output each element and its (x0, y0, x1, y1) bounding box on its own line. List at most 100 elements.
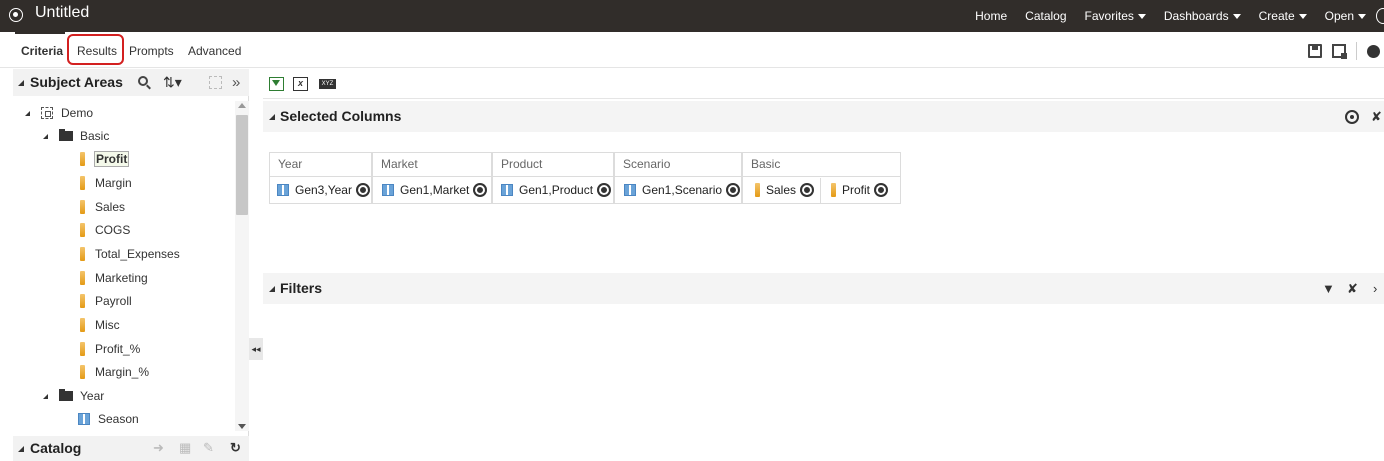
subject-areas-tree: Demo Basic Profit Margin Sales COGS Tota… (13, 101, 235, 429)
tree-node-misc[interactable]: Misc (80, 315, 120, 335)
measure-icon (831, 183, 836, 197)
nav-favorites[interactable]: Favorites (1085, 9, 1146, 23)
nav-home[interactable]: Home (975, 9, 1007, 23)
nav-catalog[interactable]: Catalog (1025, 9, 1066, 23)
gear-icon[interactable] (355, 183, 370, 197)
remove-filters-icon[interactable]: ✘ (1347, 282, 1361, 296)
tree-node-cogs[interactable]: COGS (80, 220, 130, 240)
measure-icon (80, 152, 85, 166)
xyz-icon[interactable]: XYZ (319, 79, 336, 89)
sort-icon[interactable]: ⇅▾ (163, 75, 193, 89)
tree-node-margin-pct[interactable]: Margin_% (80, 362, 149, 382)
arrow-right-icon: ➜ (153, 440, 164, 455)
analysis-toolbar (1298, 42, 1380, 60)
remove-all-icon[interactable]: ✘ (1371, 110, 1384, 124)
attribute-icon (501, 184, 513, 196)
double-chevron-right-icon[interactable]: » (232, 75, 245, 90)
show-hide-icon[interactable] (1345, 110, 1359, 124)
collapse-panel-handle[interactable]: ◂◂ (249, 338, 263, 360)
collapse-icon[interactable] (18, 446, 24, 452)
gear-icon[interactable] (726, 183, 741, 197)
add-filter-icon[interactable]: ▼ (1322, 282, 1336, 296)
nav-open[interactable]: Open (1325, 9, 1366, 23)
collapse-icon[interactable] (269, 114, 275, 120)
annotation-highlight (67, 34, 124, 65)
catalog-object-icon: ▦ (179, 440, 192, 455)
tree-node-demo[interactable]: Demo (25, 103, 93, 123)
search-icon[interactable] (138, 76, 148, 86)
attribute-icon (382, 184, 394, 196)
column-gen1-product[interactable]: Gen1,Product (501, 177, 612, 203)
tree-node-profit[interactable]: Profit (80, 149, 130, 169)
tree-node-year[interactable]: Year (43, 386, 104, 406)
scroll-thumb[interactable] (236, 115, 248, 215)
expanded-triangle-icon[interactable] (25, 110, 30, 116)
attribute-icon (78, 413, 90, 425)
filters-title: Filters (280, 280, 323, 296)
attribute-icon (624, 184, 636, 196)
column-gen1-scenario[interactable]: Gen1,Scenario (624, 177, 741, 203)
tree-node-sales[interactable]: Sales (80, 197, 125, 217)
catalog-header[interactable]: Catalog ➜ ▦ ✎ ↻ (13, 436, 249, 461)
measure-icon (80, 223, 85, 237)
subject-areas-header[interactable]: Subject Areas ⇅▾ » (13, 69, 249, 96)
scroll-up-icon[interactable] (238, 103, 246, 108)
measure-icon (755, 183, 760, 197)
group-header: Basic (751, 157, 781, 171)
save-icon[interactable] (1308, 44, 1322, 58)
filters-header[interactable]: Filters ▼ ✘ › (263, 273, 1384, 304)
tree-node-season[interactable]: Season (78, 409, 139, 429)
tree-scrollbar[interactable] (235, 101, 249, 431)
tree-node-payroll[interactable]: Payroll (80, 291, 132, 311)
chevron-down-icon (1137, 14, 1146, 20)
selected-columns-header[interactable]: Selected Columns ✘ (263, 101, 1384, 132)
expanded-triangle-icon[interactable] (43, 393, 48, 399)
expanded-triangle-icon[interactable] (43, 133, 48, 139)
top-bar: Untitled Home Catalog Favorites Dashboar… (0, 0, 1384, 32)
help-icon[interactable] (1367, 44, 1380, 58)
tab-prompts[interactable]: Prompts (129, 44, 174, 58)
nav-dashboards[interactable]: Dashboards (1164, 9, 1241, 23)
divider (820, 178, 821, 203)
oracle-logo-icon[interactable] (9, 8, 23, 22)
more-options-icon[interactable]: › (1373, 282, 1384, 296)
scroll-down-icon[interactable] (238, 424, 246, 429)
user-menu-icon[interactable] (1376, 8, 1384, 24)
nav-create[interactable]: Create (1259, 9, 1307, 23)
tree-node-margin[interactable]: Margin (80, 173, 132, 193)
selected-columns-title: Selected Columns (280, 108, 402, 124)
top-nav: Home Catalog Favorites Dashboards Create… (957, 0, 1384, 32)
measure-icon (80, 294, 85, 308)
gear-icon[interactable] (473, 183, 488, 197)
group-header: Year (278, 157, 303, 171)
tab-advanced[interactable]: Advanced (188, 44, 241, 58)
refresh-icon[interactable]: ↻ (230, 441, 244, 454)
divider (1356, 42, 1357, 60)
column-profit[interactable]: Profit (831, 177, 889, 203)
gear-icon[interactable] (800, 183, 815, 197)
left-panel: Subject Areas ⇅▾ » Demo Basic Profit Mar… (13, 69, 249, 461)
tree-node-profit-pct[interactable]: Profit_% (80, 339, 140, 359)
column-gen3-year[interactable]: Gen3,Year (277, 177, 370, 203)
tree-node-total-expenses[interactable]: Total_Expenses (80, 244, 180, 264)
filter-icon[interactable] (269, 77, 284, 91)
measure-icon (80, 200, 85, 214)
chevron-down-icon (1298, 14, 1307, 20)
collapse-icon[interactable] (18, 80, 24, 86)
attribute-icon (277, 184, 289, 196)
tree-node-marketing[interactable]: Marketing (80, 268, 148, 288)
expand-all-icon[interactable] (209, 76, 222, 89)
active-tab-indicator (15, 31, 65, 34)
gear-icon[interactable] (597, 183, 612, 197)
column-gen1-market[interactable]: Gen1,Market (382, 177, 488, 203)
gear-icon[interactable] (874, 183, 889, 197)
formula-icon[interactable]: x (293, 77, 308, 91)
column-sales[interactable]: Sales (755, 177, 815, 203)
save-as-icon[interactable] (1332, 44, 1347, 59)
tree-node-basic[interactable]: Basic (43, 126, 109, 146)
measure-icon (80, 318, 85, 332)
collapse-icon[interactable] (269, 286, 275, 292)
subject-area-icon (41, 107, 53, 119)
tab-criteria[interactable]: Criteria (21, 44, 63, 58)
folder-icon (59, 129, 73, 141)
